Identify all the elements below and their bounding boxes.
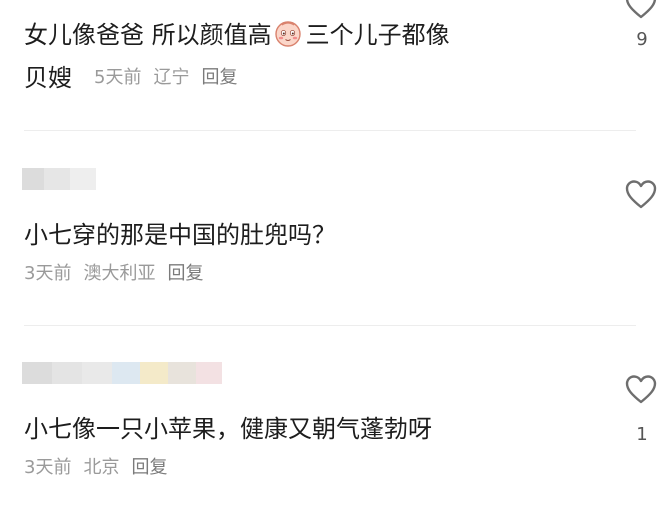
username-blurred <box>22 168 96 190</box>
divider <box>24 325 636 326</box>
comment-meta: 3天前 北京 回复 <box>24 456 167 480</box>
heart-icon <box>625 0 657 19</box>
comment-text: 女儿像爸爸 所以颜值高 三个儿子都像 <box>24 20 450 49</box>
comment-location: 澳大利亚 <box>83 263 156 284</box>
comment-text-line2: 贝嫂 <box>24 64 72 92</box>
comment-text: 小七像一只小苹果，健康又朝气蓬勃呀 <box>24 415 432 443</box>
comment-location: 辽宁 <box>153 67 190 88</box>
comment-time: 5天前 <box>94 67 142 88</box>
comment-meta: 5天前 辽宁 回复 <box>94 66 237 90</box>
divider <box>24 130 636 131</box>
comment-meta: 3天前 澳大利亚 回复 <box>24 262 203 286</box>
like-button[interactable] <box>624 373 658 407</box>
blushing-face-emoji-icon <box>274 20 302 48</box>
comment-location: 北京 <box>83 457 120 478</box>
comment-time: 3天前 <box>24 263 72 284</box>
heart-icon <box>625 180 657 209</box>
comment-text: 小七穿的那是中国的肚兜吗？ <box>24 221 336 249</box>
heart-icon <box>625 375 657 404</box>
like-button[interactable] <box>624 0 658 22</box>
like-count: 1 <box>636 424 648 445</box>
reply-button[interactable]: 回复 <box>131 457 167 478</box>
like-count: 9 <box>636 29 648 50</box>
comment-time: 3天前 <box>24 457 72 478</box>
reply-button[interactable]: 回复 <box>167 263 203 284</box>
reply-button[interactable]: 回复 <box>201 67 237 88</box>
username-blurred <box>22 362 222 384</box>
like-button[interactable] <box>624 178 658 212</box>
